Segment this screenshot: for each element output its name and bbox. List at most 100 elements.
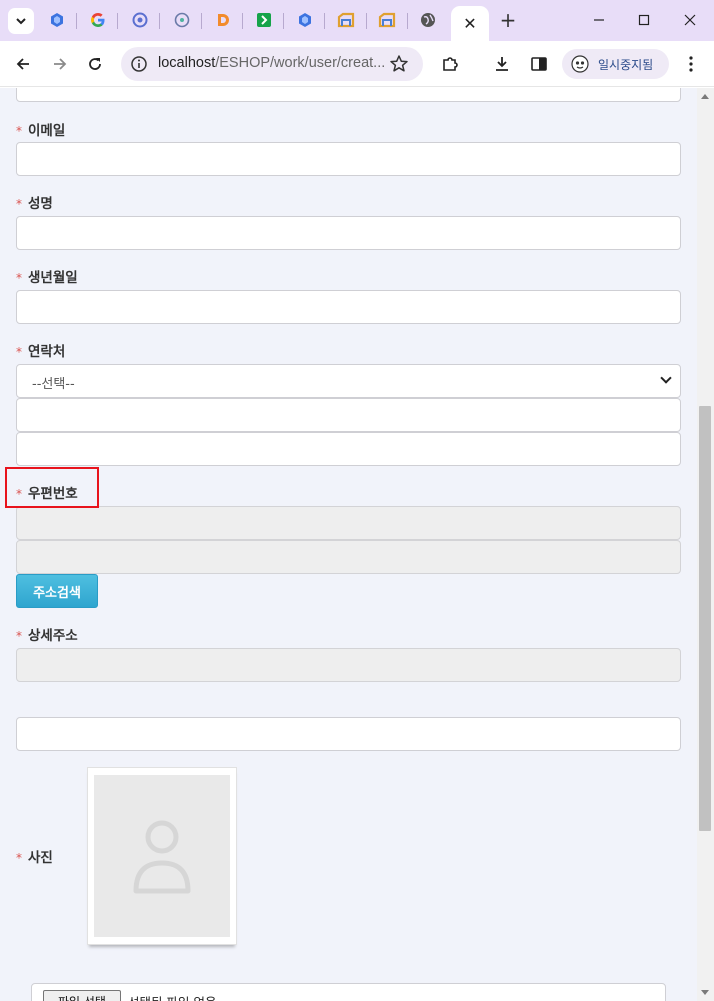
birth-label-text: 생년월일	[28, 270, 78, 286]
tab-separator	[283, 13, 284, 29]
downloads-button[interactable]	[489, 51, 515, 77]
highlight-annotation	[5, 467, 99, 508]
detail-address-field[interactable]	[16, 717, 681, 751]
tab-separator	[76, 13, 77, 29]
contact-last-field[interactable]	[16, 432, 681, 466]
reload-icon	[89, 58, 101, 70]
page-scrollbar[interactable]	[697, 88, 714, 1001]
back-button[interactable]	[10, 51, 36, 77]
tab-aperture[interactable]	[173, 11, 191, 29]
more-vert-icon	[689, 56, 693, 72]
address-search-button[interactable]: 주소검색	[16, 574, 98, 608]
tab-shield-hex-2[interactable]	[296, 11, 314, 29]
file-status: 선택된 파일 없음	[128, 992, 216, 1001]
photo-placeholder	[94, 775, 230, 937]
photo-preview	[87, 767, 237, 945]
google-icon	[91, 13, 105, 27]
url-path: /ESHOP/work/user/creat...	[215, 55, 386, 71]
close-icon	[684, 14, 696, 26]
required-mark: *	[16, 345, 22, 359]
scroll-down-arrow-icon[interactable]	[701, 990, 709, 995]
globe-icon	[421, 13, 435, 27]
tab-shield-hex[interactable]	[48, 11, 66, 29]
tab-google[interactable]	[89, 11, 107, 29]
menu-button[interactable]	[678, 51, 704, 77]
minimize-button[interactable]	[586, 8, 612, 32]
green-arrow-icon	[257, 13, 271, 27]
photo-label: * 사진	[16, 846, 53, 866]
forward-button[interactable]	[47, 51, 73, 77]
required-mark: *	[16, 271, 22, 285]
url-host: localhost	[158, 55, 216, 71]
tab-strip: ✕ +	[0, 0, 714, 41]
tab-circle-logo[interactable]	[131, 11, 149, 29]
address-field	[16, 540, 681, 574]
browser-toolbar: localhost/ESHOP/work/user/creat... 일시중지됨	[0, 41, 714, 87]
download-icon	[496, 57, 508, 71]
scroll-thumb[interactable]	[699, 406, 711, 831]
maximize-button[interactable]	[631, 8, 657, 32]
contact-middle-field[interactable]	[16, 398, 681, 432]
name-label: * 성명	[16, 192, 53, 212]
photo-label-text: 사진	[28, 850, 53, 866]
tab-separator	[366, 13, 367, 29]
arrow-right-icon	[54, 58, 67, 70]
detail-address-label: * 상세주소	[16, 624, 78, 644]
drive-like-icon	[378, 12, 396, 28]
site-info-icon[interactable]	[130, 55, 148, 73]
tab-close-button[interactable]: ✕	[451, 6, 489, 41]
tab-drive-like-2[interactable]	[378, 11, 396, 29]
name-label-text: 성명	[28, 196, 53, 212]
file-select-button[interactable]: 파일 선택	[43, 990, 121, 1001]
shield-hex-icon	[51, 13, 63, 27]
url-text: localhost/ESHOP/work/user/creat...	[158, 55, 385, 71]
avatar-icon	[571, 55, 589, 73]
chevron-down-icon	[16, 18, 26, 25]
detail-address-label-text: 상세주소	[28, 628, 78, 644]
zip-field	[16, 506, 681, 540]
minimize-icon	[594, 19, 604, 21]
birth-field[interactable]	[16, 290, 681, 324]
reload-button[interactable]	[82, 51, 108, 77]
extensions-button[interactable]	[437, 51, 463, 77]
tab-green-arrow[interactable]	[255, 11, 273, 29]
maximize-icon	[638, 14, 650, 26]
tab-separator	[159, 13, 160, 29]
scroll-up-arrow-icon[interactable]	[701, 94, 709, 99]
tab-drive-like[interactable]	[337, 11, 355, 29]
user-placeholder-icon	[133, 820, 191, 894]
email-field[interactable]	[16, 142, 681, 176]
tab-separator	[407, 13, 408, 29]
d-logo-icon	[218, 14, 229, 26]
side-panel-button[interactable]	[526, 51, 552, 77]
tab-separator	[242, 13, 243, 29]
chevron-down-icon	[660, 372, 672, 384]
contact-prefix-select[interactable]: --선택--	[16, 364, 681, 398]
tab-separator	[201, 13, 202, 29]
new-tab-button[interactable]: +	[497, 8, 519, 32]
contact-label-text: 연락처	[28, 344, 66, 360]
required-mark: *	[16, 629, 22, 643]
email-label-text: 이메일	[28, 123, 66, 139]
profile-button[interactable]: 일시중지됨	[562, 49, 669, 79]
email-label: * 이메일	[16, 119, 65, 139]
tab-search-button[interactable]	[8, 8, 34, 34]
tab-globe[interactable]	[419, 11, 437, 29]
name-field[interactable]	[16, 216, 681, 250]
previous-field[interactable]	[16, 88, 681, 102]
profile-label: 일시중지됨	[598, 58, 654, 72]
bookmark-star-icon[interactable]	[389, 54, 409, 74]
address-bar[interactable]: localhost/ESHOP/work/user/creat...	[121, 47, 423, 81]
required-mark: *	[16, 124, 22, 138]
drive-like-icon	[337, 12, 355, 28]
detail-address-readonly-field	[16, 648, 681, 682]
tab-d-logo[interactable]	[214, 11, 232, 29]
side-panel-icon	[531, 57, 547, 71]
birth-label: * 생년월일	[16, 266, 78, 286]
contact-label: * 연락처	[16, 340, 65, 360]
window-close-button[interactable]	[677, 8, 703, 32]
contact-select-value: --선택--	[32, 377, 75, 392]
circle-logo-icon	[132, 12, 148, 28]
tab-separator	[117, 13, 118, 29]
file-input[interactable]: 파일 선택 선택된 파일 없음	[31, 983, 666, 1001]
